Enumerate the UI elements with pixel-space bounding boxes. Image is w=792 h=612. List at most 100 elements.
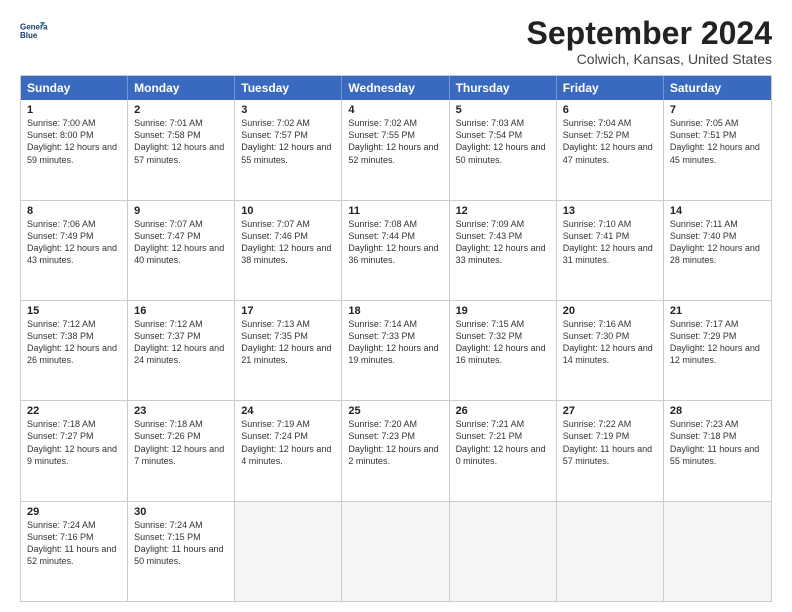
cal-cell-4-5: 26 Sunrise: 7:21 AMSunset: 7:21 PMDayligh… [450,401,557,500]
cell-info: Sunrise: 7:11 AMSunset: 7:40 PMDaylight:… [670,219,760,265]
day-number: 16 [134,305,228,317]
cell-info: Sunrise: 7:07 AMSunset: 7:46 PMDaylight:… [241,219,331,265]
cell-info: Sunrise: 7:19 AMSunset: 7:24 PMDaylight:… [241,419,331,465]
title-block: September 2024 Colwich, Kansas, United S… [527,16,772,67]
cal-cell-3-4: 18 Sunrise: 7:14 AMSunset: 7:33 PMDayligh… [342,301,449,400]
cal-cell-3-1: 15 Sunrise: 7:12 AMSunset: 7:38 PMDayligh… [21,301,128,400]
cal-cell-2-7: 14Sunrise: 7:11 AMSunset: 7:40 PMDayligh… [664,201,771,300]
cell-info: Sunrise: 7:17 AMSunset: 7:29 PMDaylight:… [670,319,760,365]
day-number: 24 [241,405,335,417]
day-number: 28 [670,405,765,417]
cell-info: Sunrise: 7:21 AMSunset: 7:21 PMDaylight:… [456,419,546,465]
calendar-header: Sunday Monday Tuesday Wednesday Thursday… [21,76,771,100]
cal-cell-5-5 [450,502,557,601]
cal-cell-4-1: 22 Sunrise: 7:18 AMSunset: 7:27 PMDayligh… [21,401,128,500]
cell-info: Sunrise: 7:02 AMSunset: 7:55 PMDaylight:… [348,118,438,164]
logo: General Blue [20,16,48,44]
week-row-2: 8 Sunrise: 7:06 AMSunset: 7:49 PMDaylight… [21,200,771,300]
cal-cell-3-6: 20 Sunrise: 7:16 AMSunset: 7:30 PMDayligh… [557,301,664,400]
cell-info: Sunrise: 7:01 AMSunset: 7:58 PMDaylight:… [134,118,224,164]
day-number: 4 [348,104,442,116]
cell-info: Sunrise: 7:22 AMSunset: 7:19 PMDaylight:… [563,419,652,465]
day-number: 7 [670,104,765,116]
cal-cell-1-6: 6 Sunrise: 7:04 AMSunset: 7:52 PMDaylight… [557,100,664,199]
cell-info: Sunrise: 7:00 AMSunset: 8:00 PMDaylight:… [27,118,117,164]
cal-cell-3-5: 19Sunrise: 7:15 AMSunset: 7:32 PMDayligh… [450,301,557,400]
cal-cell-1-7: 7 Sunrise: 7:05 AMSunset: 7:51 PMDaylight… [664,100,771,199]
day-number: 27 [563,405,657,417]
cal-cell-4-2: 23 Sunrise: 7:18 AMSunset: 7:26 PMDayligh… [128,401,235,500]
cal-cell-3-3: 17Sunrise: 7:13 AMSunset: 7:35 PMDayligh… [235,301,342,400]
cal-cell-1-3: 3 Sunrise: 7:02 AMSunset: 7:57 PMDaylight… [235,100,342,199]
day-number: 29 [27,506,121,518]
calendar-body: 1 Sunrise: 7:00 AMSunset: 8:00 PMDaylight… [21,100,771,601]
day-number: 8 [27,205,121,217]
cell-info: Sunrise: 7:05 AMSunset: 7:51 PMDaylight:… [670,118,760,164]
cell-info: Sunrise: 7:06 AMSunset: 7:49 PMDaylight:… [27,219,117,265]
header-friday: Friday [557,76,664,100]
cell-info: Sunrise: 7:09 AMSunset: 7:43 PMDaylight:… [456,219,546,265]
day-number: 5 [456,104,550,116]
day-number: 30 [134,506,228,518]
day-number: 15 [27,305,121,317]
cell-info: Sunrise: 7:07 AMSunset: 7:47 PMDaylight:… [134,219,224,265]
week-row-4: 22 Sunrise: 7:18 AMSunset: 7:27 PMDayligh… [21,400,771,500]
cal-cell-1-1: 1 Sunrise: 7:00 AMSunset: 8:00 PMDaylight… [21,100,128,199]
cal-cell-1-4: 4 Sunrise: 7:02 AMSunset: 7:55 PMDaylight… [342,100,449,199]
day-number: 6 [563,104,657,116]
day-number: 18 [348,305,442,317]
logo-icon: General Blue [20,16,48,44]
page: General Blue September 2024 Colwich, Kan… [0,0,792,612]
cell-info: Sunrise: 7:10 AMSunset: 7:41 PMDaylight:… [563,219,653,265]
cell-info: Sunrise: 7:13 AMSunset: 7:35 PMDaylight:… [241,319,331,365]
cal-cell-4-3: 24 Sunrise: 7:19 AMSunset: 7:24 PMDayligh… [235,401,342,500]
day-number: 22 [27,405,121,417]
day-number: 20 [563,305,657,317]
calendar: Sunday Monday Tuesday Wednesday Thursday… [20,75,772,602]
day-number: 26 [456,405,550,417]
cal-cell-5-6 [557,502,664,601]
cell-info: Sunrise: 7:18 AMSunset: 7:26 PMDaylight:… [134,419,224,465]
cal-cell-2-1: 8 Sunrise: 7:06 AMSunset: 7:49 PMDaylight… [21,201,128,300]
header-monday: Monday [128,76,235,100]
day-number: 3 [241,104,335,116]
header-saturday: Saturday [664,76,771,100]
day-number: 1 [27,104,121,116]
day-number: 25 [348,405,442,417]
cell-info: Sunrise: 7:08 AMSunset: 7:44 PMDaylight:… [348,219,438,265]
day-number: 21 [670,305,765,317]
cell-info: Sunrise: 7:12 AMSunset: 7:38 PMDaylight:… [27,319,117,365]
day-number: 11 [348,205,442,217]
month-title: September 2024 [527,16,772,51]
week-row-1: 1 Sunrise: 7:00 AMSunset: 8:00 PMDaylight… [21,100,771,199]
cell-info: Sunrise: 7:23 AMSunset: 7:18 PMDaylight:… [670,419,759,465]
cell-info: Sunrise: 7:24 AMSunset: 7:15 PMDaylight:… [134,520,223,566]
cell-info: Sunrise: 7:02 AMSunset: 7:57 PMDaylight:… [241,118,331,164]
cal-cell-2-3: 10Sunrise: 7:07 AMSunset: 7:46 PMDayligh… [235,201,342,300]
svg-text:Blue: Blue [20,31,38,40]
cal-cell-5-3 [235,502,342,601]
cal-cell-2-2: 9 Sunrise: 7:07 AMSunset: 7:47 PMDaylight… [128,201,235,300]
cal-cell-5-2: 30 Sunrise: 7:24 AMSunset: 7:15 PMDayligh… [128,502,235,601]
header-wednesday: Wednesday [342,76,449,100]
cell-info: Sunrise: 7:04 AMSunset: 7:52 PMDaylight:… [563,118,653,164]
day-number: 23 [134,405,228,417]
header-tuesday: Tuesday [235,76,342,100]
cell-info: Sunrise: 7:18 AMSunset: 7:27 PMDaylight:… [27,419,117,465]
day-number: 9 [134,205,228,217]
header-sunday: Sunday [21,76,128,100]
header-thursday: Thursday [450,76,557,100]
cell-info: Sunrise: 7:12 AMSunset: 7:37 PMDaylight:… [134,319,224,365]
cal-cell-3-7: 21 Sunrise: 7:17 AMSunset: 7:29 PMDayligh… [664,301,771,400]
cell-info: Sunrise: 7:15 AMSunset: 7:32 PMDaylight:… [456,319,546,365]
cell-info: Sunrise: 7:20 AMSunset: 7:23 PMDaylight:… [348,419,438,465]
cal-cell-4-7: 28 Sunrise: 7:23 AMSunset: 7:18 PMDayligh… [664,401,771,500]
week-row-5: 29Sunrise: 7:24 AMSunset: 7:16 PMDayligh… [21,501,771,601]
location: Colwich, Kansas, United States [527,51,772,67]
cell-info: Sunrise: 7:16 AMSunset: 7:30 PMDaylight:… [563,319,653,365]
cal-cell-5-7 [664,502,771,601]
day-number: 12 [456,205,550,217]
cell-info: Sunrise: 7:14 AMSunset: 7:33 PMDaylight:… [348,319,438,365]
header: General Blue September 2024 Colwich, Kan… [20,16,772,67]
day-number: 13 [563,205,657,217]
